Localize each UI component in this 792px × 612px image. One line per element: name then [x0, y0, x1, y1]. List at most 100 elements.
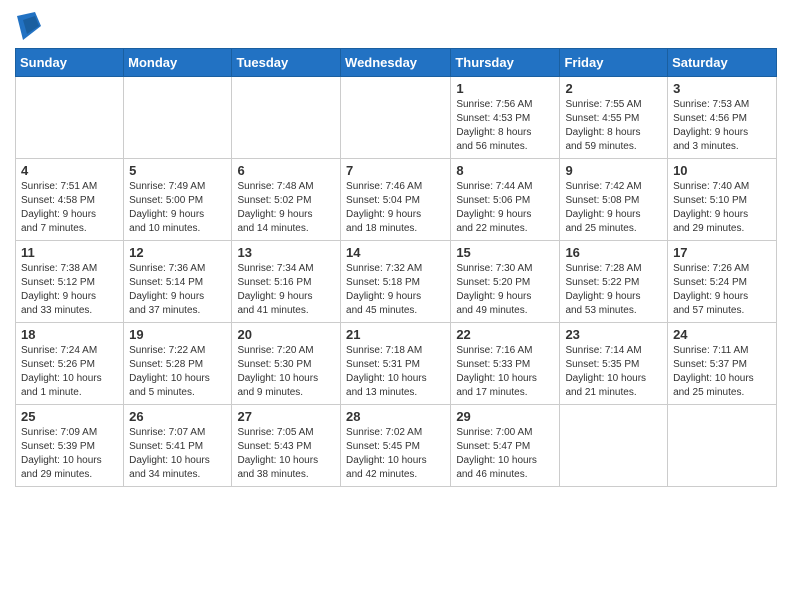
- weekday-header-friday: Friday: [560, 49, 668, 77]
- calendar-cell: 2 Sunrise: 7:55 AM Sunset: 4:55 PM Daylig…: [560, 77, 668, 159]
- calendar-cell: 11 Sunrise: 7:38 AM Sunset: 5:12 PM Dayli…: [16, 241, 124, 323]
- calendar-cell: 3 Sunrise: 7:53 AM Sunset: 4:56 PM Daylig…: [668, 77, 777, 159]
- calendar-cell: 17 Sunrise: 7:26 AM Sunset: 5:24 PM Dayli…: [668, 241, 777, 323]
- day-info: Sunrise: 7:46 AM Sunset: 5:04 PM Dayligh…: [346, 180, 445, 236]
- calendar-week-row: 4 Sunrise: 7:51 AM Sunset: 4:58 PM Daylig…: [16, 159, 777, 241]
- day-number: 26: [129, 409, 226, 424]
- calendar-cell: 28 Sunrise: 7:02 AM Sunset: 5:45 PM Dayli…: [341, 405, 451, 487]
- day-info: Sunrise: 7:42 AM Sunset: 5:08 PM Dayligh…: [565, 180, 662, 236]
- calendar-cell: 25 Sunrise: 7:09 AM Sunset: 5:39 PM Dayli…: [16, 405, 124, 487]
- day-info: Sunrise: 7:44 AM Sunset: 5:06 PM Dayligh…: [456, 180, 554, 236]
- day-info: Sunrise: 7:28 AM Sunset: 5:22 PM Dayligh…: [565, 262, 662, 318]
- weekday-header-thursday: Thursday: [451, 49, 560, 77]
- day-info: Sunrise: 7:14 AM Sunset: 5:35 PM Dayligh…: [565, 344, 662, 400]
- calendar-cell: 1Sunrise: 7:56 AM Sunset: 4:53 PM Daylig…: [451, 77, 560, 159]
- day-info: Sunrise: 7:09 AM Sunset: 5:39 PM Dayligh…: [21, 426, 118, 482]
- day-number: 17: [673, 245, 771, 260]
- calendar-cell: 6 Sunrise: 7:48 AM Sunset: 5:02 PM Daylig…: [232, 159, 341, 241]
- weekday-header-tuesday: Tuesday: [232, 49, 341, 77]
- calendar-week-row: 1Sunrise: 7:56 AM Sunset: 4:53 PM Daylig…: [16, 77, 777, 159]
- day-info: Sunrise: 7:40 AM Sunset: 5:10 PM Dayligh…: [673, 180, 771, 236]
- day-info: Sunrise: 7:05 AM Sunset: 5:43 PM Dayligh…: [237, 426, 335, 482]
- calendar-cell: 26 Sunrise: 7:07 AM Sunset: 5:41 PM Dayli…: [124, 405, 232, 487]
- day-info: Sunrise: 7:55 AM Sunset: 4:55 PM Dayligh…: [565, 98, 662, 154]
- calendar-week-row: 25 Sunrise: 7:09 AM Sunset: 5:39 PM Dayli…: [16, 405, 777, 487]
- day-info: Sunrise: 7:36 AM Sunset: 5:14 PM Dayligh…: [129, 262, 226, 318]
- logo-icon: [17, 12, 41, 40]
- day-number: 10: [673, 163, 771, 178]
- day-info: Sunrise: 7:24 AM Sunset: 5:26 PM Dayligh…: [21, 344, 118, 400]
- weekday-header-monday: Monday: [124, 49, 232, 77]
- day-info: Sunrise: 7:11 AM Sunset: 5:37 PM Dayligh…: [673, 344, 771, 400]
- day-number: 9: [565, 163, 662, 178]
- page: SundayMondayTuesdayWednesdayThursdayFrid…: [0, 0, 792, 502]
- day-info: Sunrise: 7:49 AM Sunset: 5:00 PM Dayligh…: [129, 180, 226, 236]
- day-number: 1: [456, 81, 554, 96]
- calendar-cell: 10 Sunrise: 7:40 AM Sunset: 5:10 PM Dayli…: [668, 159, 777, 241]
- calendar-week-row: 11 Sunrise: 7:38 AM Sunset: 5:12 PM Dayli…: [16, 241, 777, 323]
- day-number: 20: [237, 327, 335, 342]
- day-number: 25: [21, 409, 118, 424]
- day-info: Sunrise: 7:00 AM Sunset: 5:47 PM Dayligh…: [456, 426, 554, 482]
- weekday-header-sunday: Sunday: [16, 49, 124, 77]
- day-info: Sunrise: 7:34 AM Sunset: 5:16 PM Dayligh…: [237, 262, 335, 318]
- day-number: 15: [456, 245, 554, 260]
- calendar-cell: [124, 77, 232, 159]
- calendar-cell: 5 Sunrise: 7:49 AM Sunset: 5:00 PM Daylig…: [124, 159, 232, 241]
- day-number: 7: [346, 163, 445, 178]
- day-info: Sunrise: 7:20 AM Sunset: 5:30 PM Dayligh…: [237, 344, 335, 400]
- day-info: Sunrise: 7:38 AM Sunset: 5:12 PM Dayligh…: [21, 262, 118, 318]
- day-number: 27: [237, 409, 335, 424]
- day-info: Sunrise: 7:32 AM Sunset: 5:18 PM Dayligh…: [346, 262, 445, 318]
- weekday-header-wednesday: Wednesday: [341, 49, 451, 77]
- calendar-cell: [341, 77, 451, 159]
- weekday-header-saturday: Saturday: [668, 49, 777, 77]
- calendar-cell: 8 Sunrise: 7:44 AM Sunset: 5:06 PM Daylig…: [451, 159, 560, 241]
- day-number: 18: [21, 327, 118, 342]
- logo: [15, 16, 41, 40]
- day-info: Sunrise: 7:51 AM Sunset: 4:58 PM Dayligh…: [21, 180, 118, 236]
- day-number: 28: [346, 409, 445, 424]
- day-number: 14: [346, 245, 445, 260]
- day-info: Sunrise: 7:26 AM Sunset: 5:24 PM Dayligh…: [673, 262, 771, 318]
- calendar-cell: 16 Sunrise: 7:28 AM Sunset: 5:22 PM Dayli…: [560, 241, 668, 323]
- day-number: 4: [21, 163, 118, 178]
- day-number: 13: [237, 245, 335, 260]
- day-number: 22: [456, 327, 554, 342]
- weekday-header-row: SundayMondayTuesdayWednesdayThursdayFrid…: [16, 49, 777, 77]
- day-number: 21: [346, 327, 445, 342]
- calendar-table: SundayMondayTuesdayWednesdayThursdayFrid…: [15, 48, 777, 487]
- header-area: [15, 10, 777, 40]
- day-info: Sunrise: 7:48 AM Sunset: 5:02 PM Dayligh…: [237, 180, 335, 236]
- calendar-cell: [560, 405, 668, 487]
- calendar-cell: 23 Sunrise: 7:14 AM Sunset: 5:35 PM Dayli…: [560, 323, 668, 405]
- calendar-cell: 13 Sunrise: 7:34 AM Sunset: 5:16 PM Dayli…: [232, 241, 341, 323]
- calendar-cell: [668, 405, 777, 487]
- calendar-cell: 14 Sunrise: 7:32 AM Sunset: 5:18 PM Dayli…: [341, 241, 451, 323]
- calendar-cell: 4 Sunrise: 7:51 AM Sunset: 4:58 PM Daylig…: [16, 159, 124, 241]
- day-number: 8: [456, 163, 554, 178]
- day-number: 24: [673, 327, 771, 342]
- day-number: 29: [456, 409, 554, 424]
- day-number: 12: [129, 245, 226, 260]
- day-info: Sunrise: 7:30 AM Sunset: 5:20 PM Dayligh…: [456, 262, 554, 318]
- calendar-cell: 19 Sunrise: 7:22 AM Sunset: 5:28 PM Dayli…: [124, 323, 232, 405]
- calendar-cell: 7 Sunrise: 7:46 AM Sunset: 5:04 PM Daylig…: [341, 159, 451, 241]
- day-number: 6: [237, 163, 335, 178]
- day-number: 3: [673, 81, 771, 96]
- day-info: Sunrise: 7:22 AM Sunset: 5:28 PM Dayligh…: [129, 344, 226, 400]
- day-info: Sunrise: 7:02 AM Sunset: 5:45 PM Dayligh…: [346, 426, 445, 482]
- day-number: 11: [21, 245, 118, 260]
- day-info: Sunrise: 7:53 AM Sunset: 4:56 PM Dayligh…: [673, 98, 771, 154]
- day-number: 16: [565, 245, 662, 260]
- day-info: Sunrise: 7:07 AM Sunset: 5:41 PM Dayligh…: [129, 426, 226, 482]
- day-number: 23: [565, 327, 662, 342]
- calendar-cell: 18 Sunrise: 7:24 AM Sunset: 5:26 PM Dayli…: [16, 323, 124, 405]
- day-number: 2: [565, 81, 662, 96]
- day-number: 5: [129, 163, 226, 178]
- calendar-cell: 21Sunrise: 7:18 AM Sunset: 5:31 PM Dayli…: [341, 323, 451, 405]
- day-info: Sunrise: 7:16 AM Sunset: 5:33 PM Dayligh…: [456, 344, 554, 400]
- calendar-cell: 12 Sunrise: 7:36 AM Sunset: 5:14 PM Dayli…: [124, 241, 232, 323]
- calendar-cell: 15 Sunrise: 7:30 AM Sunset: 5:20 PM Dayli…: [451, 241, 560, 323]
- day-number: 19: [129, 327, 226, 342]
